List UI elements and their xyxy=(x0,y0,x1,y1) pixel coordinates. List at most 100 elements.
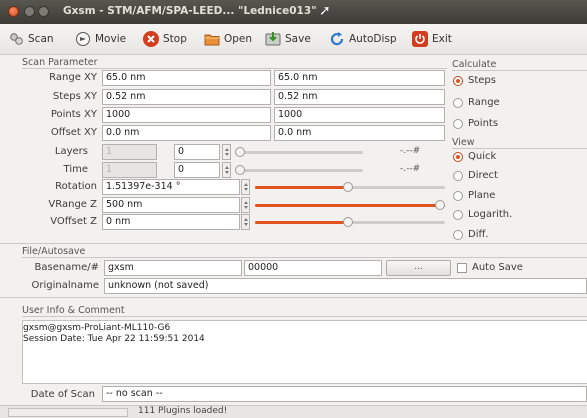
range-x-input[interactable]: 65.0 nm xyxy=(102,70,271,86)
open-button[interactable]: Open xyxy=(204,30,252,48)
radio-indicator xyxy=(453,190,463,201)
voffset-z-spinner[interactable] xyxy=(241,214,250,230)
browse-button[interactable]: ... xyxy=(386,260,451,276)
vrange-z-spinner[interactable] xyxy=(241,197,250,213)
layers-index-spinner[interactable] xyxy=(222,144,231,160)
radio-label: Plane xyxy=(468,190,496,201)
scan-parameter-divider xyxy=(22,68,447,69)
scan-button[interactable]: Scan xyxy=(8,30,54,48)
offset-y-input[interactable]: 0.0 nm xyxy=(274,125,445,141)
layers-count-input[interactable]: 1 xyxy=(102,144,157,160)
layers-index-input[interactable]: 0 xyxy=(174,144,220,160)
view-direct-radio[interactable]: Direct xyxy=(453,170,498,181)
points-x-input[interactable]: 1000 xyxy=(102,107,271,123)
movie-button[interactable]: Movie xyxy=(75,30,126,48)
rotation-spinner[interactable] xyxy=(241,179,250,195)
calculate-steps-radio[interactable]: Steps xyxy=(453,75,496,86)
exit-label: Exit xyxy=(432,33,452,45)
layers-label: Layers xyxy=(54,146,88,157)
time-slider-track[interactable] xyxy=(236,169,363,172)
comment-textarea[interactable]: gxsm@gxsm-ProLiant-ML110-G6 Session Date… xyxy=(22,320,587,384)
time-count-input[interactable]: 1 xyxy=(102,162,157,178)
comment-line: gxsm@gxsm-ProLiant-ML110-G6 xyxy=(23,323,171,333)
basename-label: Basename/# xyxy=(34,262,99,273)
radio-label: Points xyxy=(468,118,499,129)
vrange-z-label: VRange Z xyxy=(48,199,97,210)
status-message: 111 Plugins loaded! xyxy=(138,406,228,416)
view-quick-radio[interactable]: Quick xyxy=(453,151,496,162)
voffset-z-label: VOffset Z xyxy=(50,216,97,227)
voffset-z-input[interactable]: 0 nm xyxy=(102,214,240,230)
view-plane-radio[interactable]: Plane xyxy=(453,190,495,201)
checkbox-indicator xyxy=(457,262,467,273)
steps-x-input[interactable]: 0.52 nm xyxy=(102,89,271,105)
vrange-z-input[interactable]: 500 nm xyxy=(102,197,240,213)
basename-input[interactable]: gxsm xyxy=(104,260,242,276)
file-autosave-divider xyxy=(22,257,587,258)
calculate-divider xyxy=(452,70,587,71)
radio-label: Logarith. xyxy=(468,209,513,220)
auto-save-checkbox[interactable]: Auto Save xyxy=(457,262,523,273)
calculate-heading: Calculate xyxy=(452,59,497,70)
exit-button[interactable]: Exit xyxy=(412,30,452,48)
layers-slider-track[interactable] xyxy=(236,151,363,154)
radio-indicator xyxy=(453,118,463,129)
view-heading: View xyxy=(452,137,475,148)
date-of-scan-label: Date of Scan xyxy=(30,389,95,400)
save-button[interactable]: Save xyxy=(265,30,311,48)
window-maximize-icon[interactable] xyxy=(38,6,49,17)
window-close-icon[interactable] xyxy=(8,6,19,17)
autodisp-button[interactable]: AutoDisp xyxy=(329,30,397,48)
calculate-points-radio[interactable]: Points xyxy=(453,118,498,129)
range-y-input[interactable]: 65.0 nm xyxy=(274,70,445,86)
status-bar: 111 Plugins loaded! xyxy=(0,405,587,418)
rotation-slider-handle[interactable] xyxy=(343,182,353,192)
view-diff-radio[interactable]: Diff. xyxy=(453,229,489,240)
time-index-spinner[interactable] xyxy=(222,162,231,178)
window-minimize-icon[interactable] xyxy=(24,6,35,17)
date-of-scan-input[interactable]: -- no scan -- xyxy=(102,386,587,402)
points-y-input[interactable]: 1000 xyxy=(274,107,445,123)
stop-button[interactable]: Stop xyxy=(143,30,187,48)
open-label: Open xyxy=(224,33,253,45)
refresh-icon xyxy=(329,31,345,47)
comment-line: Session Date: Tue Apr 22 11:59:51 2014 xyxy=(23,334,205,344)
radio-label: Range xyxy=(468,97,500,108)
scan-label: Scan xyxy=(28,33,54,45)
offset-xy-label: Offset XY xyxy=(50,127,97,138)
stop-icon xyxy=(143,31,159,47)
layers-readout: -.--# xyxy=(400,146,421,156)
section-divider xyxy=(0,297,587,298)
folder-icon xyxy=(204,31,220,47)
voffset-z-slider-handle[interactable] xyxy=(343,217,353,227)
rotation-label: Rotation xyxy=(55,181,97,192)
range-xy-label: Range XY xyxy=(49,72,97,83)
file-autosave-heading: File/Autosave xyxy=(22,246,86,257)
section-divider xyxy=(0,243,587,244)
scan-icon xyxy=(8,31,24,47)
power-icon xyxy=(412,31,428,47)
time-index-input[interactable]: 0 xyxy=(174,162,220,178)
rotation-slider-fill xyxy=(255,186,348,189)
view-logarith-radio[interactable]: Logarith. xyxy=(453,209,512,220)
file-number-input[interactable]: 00000 xyxy=(244,260,382,276)
vrange-z-slider-handle[interactable] xyxy=(435,200,445,210)
radio-indicator xyxy=(453,97,463,108)
time-readout: -.--# xyxy=(400,164,421,174)
movie-label: Movie xyxy=(95,33,127,45)
time-slider-handle[interactable] xyxy=(235,165,245,175)
originalname-input[interactable]: unknown (not saved) xyxy=(104,278,587,294)
mouse-pointer-icon: ➚ xyxy=(319,3,331,19)
steps-y-input[interactable]: 0.52 nm xyxy=(274,89,445,105)
movie-icon xyxy=(75,31,91,47)
calculate-range-radio[interactable]: Range xyxy=(453,97,500,108)
radio-label: Direct xyxy=(468,170,498,181)
layers-slider-handle[interactable] xyxy=(235,147,245,157)
title-bar: Gxsm - STM/AFM/SPA-LEED... "Lednice013" … xyxy=(0,0,587,24)
offset-x-input[interactable]: 0.0 nm xyxy=(102,125,271,141)
toolbar: Scan Movie Stop Open Save AutoDisp Exit xyxy=(0,24,587,55)
radio-indicator xyxy=(453,229,463,240)
user-info-divider xyxy=(22,316,587,317)
vrange-z-slider-fill xyxy=(255,204,445,207)
rotation-input[interactable]: 1.51397e-314 ° xyxy=(102,179,240,195)
